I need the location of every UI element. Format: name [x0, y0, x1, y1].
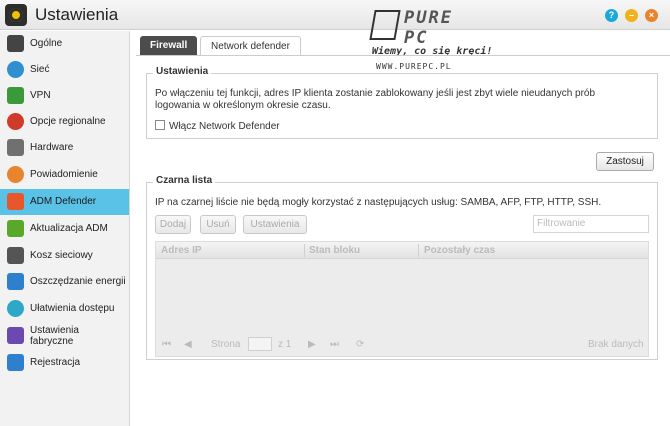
sidebar-item-label: Opcje regionalne: [30, 116, 106, 127]
watermark-brand: PURE PC: [404, 8, 453, 48]
grid-pager: ⏮ ◀ Strona z 1 ▶ ⏭ ⟳ Brak danych: [156, 334, 648, 356]
trash-icon: [7, 247, 24, 264]
filter-input[interactable]: Filtrowanie: [533, 215, 649, 233]
up-arrow-icon: [7, 220, 24, 237]
sidebar-item-adm-defender[interactable]: ADM Defender: [0, 189, 129, 215]
register-icon: [7, 354, 24, 371]
server-icon: [7, 35, 24, 52]
sidebar-item-label: VPN: [30, 90, 51, 101]
sidebar-item-label: Ustawienia fabryczne: [30, 325, 79, 347]
checkbox-label: Włącz Network Defender: [169, 121, 280, 132]
refresh-icon[interactable]: ⟳: [356, 339, 364, 350]
blacklist-grid: Adres IP Stan bloku Pozostały czas ⏮ ◀ S…: [155, 241, 649, 357]
sidebar-item-kosz-sieciowy[interactable]: Kosz sieciowy: [0, 243, 129, 269]
sidebar-item-oszczedzanie-energii[interactable]: Oszczędzanie energii: [0, 269, 129, 295]
next-page-icon[interactable]: ▶: [308, 339, 316, 350]
house-network-icon: [7, 87, 24, 104]
title-bar: Ustawienia ? – ×: [0, 0, 670, 30]
column-header-remaining[interactable]: Pozostały czas: [424, 245, 495, 256]
globe-icon: [7, 61, 24, 78]
energy-icon: [7, 273, 24, 290]
sidebar-item-label: Sieć: [30, 64, 50, 75]
sidebar-item-label: Ułatwienia dostępu: [30, 303, 115, 314]
settings-description: Po włączeniu tej funkcji, adres IP klien…: [155, 88, 596, 111]
sidebar-item-aktualizacja-adm[interactable]: Aktualizacja ADM: [0, 216, 129, 242]
page-label: Strona: [211, 339, 241, 350]
sidebar-item-vpn[interactable]: VPN: [0, 83, 129, 109]
add-button[interactable]: Dodaj: [155, 215, 191, 234]
watermark-url: WWW.PUREPC.PL: [376, 62, 452, 71]
column-separator: [304, 244, 305, 257]
sidebar-item-ulatwienia-dostepu[interactable]: Ułatwienia dostępu: [0, 296, 129, 322]
window-title: Ustawienia: [35, 5, 119, 24]
page-number-input[interactable]: [248, 337, 272, 351]
sidebar: Ogólne Sieć VPN Opcje regionalne Hardwar…: [0, 31, 130, 426]
tab-divider: [136, 55, 670, 56]
blacklist-info: IP na czarnej liście nie będą mogły korz…: [155, 197, 602, 208]
sidebar-item-label: Aktualizacja ADM: [30, 223, 108, 234]
minimize-button[interactable]: –: [625, 9, 638, 22]
location-pin-icon: [7, 113, 24, 130]
blacklist-section: Czarna lista IP na czarnej liście nie bę…: [146, 175, 658, 360]
empty-data-label: Brak danych: [588, 339, 644, 350]
sidebar-item-rejestracja[interactable]: Rejestracja: [0, 350, 129, 376]
sidebar-item-label: Rejestracja: [30, 357, 81, 368]
column-separator: [418, 244, 419, 257]
tab-network-defender[interactable]: Network defender: [200, 36, 301, 56]
sidebar-item-label: Oszczędzanie energii: [30, 276, 126, 287]
prev-page-icon[interactable]: ◀: [184, 339, 192, 350]
alert-icon: [7, 166, 24, 183]
sidebar-item-label: Hardware: [30, 142, 74, 153]
watermark-frame-icon: [369, 10, 401, 40]
last-page-icon[interactable]: ⏭: [330, 339, 339, 350]
help-button[interactable]: ?: [605, 9, 618, 22]
settings-app-icon: [5, 4, 27, 26]
sidebar-item-label: Powiadomienie: [30, 169, 98, 180]
delete-button[interactable]: Usuń: [200, 215, 236, 234]
apply-button[interactable]: Zastosuj: [596, 152, 654, 171]
sidebar-item-label: Kosz sieciowy: [30, 250, 93, 261]
sidebar-item-siec[interactable]: Sieć: [0, 57, 129, 83]
first-page-icon[interactable]: ⏮: [162, 339, 171, 350]
shield-wall-icon: [7, 193, 24, 210]
sidebar-item-ustawienia-fabryczne[interactable]: Ustawienia fabryczne: [0, 323, 129, 349]
watermark-logo: PURE PC Wiemy, co się kręci! WWW.PUREPC.…: [369, 6, 492, 76]
sidebar-item-powiadomienie[interactable]: Powiadomienie: [0, 162, 129, 188]
checkbox-box[interactable]: [155, 120, 165, 130]
grid-header: Adres IP Stan bloku Pozostały czas: [156, 242, 648, 259]
wrench-icon: [7, 139, 24, 156]
sidebar-item-ogolne[interactable]: Ogólne: [0, 31, 129, 57]
sidebar-item-label: ADM Defender: [30, 196, 97, 207]
column-header-status[interactable]: Stan bloku: [309, 245, 360, 256]
settings-legend: Ustawienia: [153, 66, 212, 77]
tab-firewall[interactable]: Firewall: [140, 36, 198, 56]
sidebar-item-label: Ogólne: [30, 38, 63, 49]
column-header-ip[interactable]: Adres IP: [161, 245, 202, 256]
cloud-icon: [7, 300, 24, 317]
settings-section: Ustawienia Po włączeniu tej funkcji, adr…: [146, 66, 658, 139]
blacklist-settings-button[interactable]: Ustawienia: [243, 215, 307, 234]
enable-defender-checkbox[interactable]: Włącz Network Defender: [155, 120, 280, 132]
blacklist-legend: Czarna lista: [153, 175, 216, 186]
sidebar-item-hardware[interactable]: Hardware: [0, 135, 129, 161]
undo-icon: [7, 327, 24, 344]
close-button[interactable]: ×: [645, 9, 658, 22]
page-count-label: z 1: [278, 339, 292, 350]
sidebar-item-opcje-regionalne[interactable]: Opcje regionalne: [0, 109, 129, 135]
